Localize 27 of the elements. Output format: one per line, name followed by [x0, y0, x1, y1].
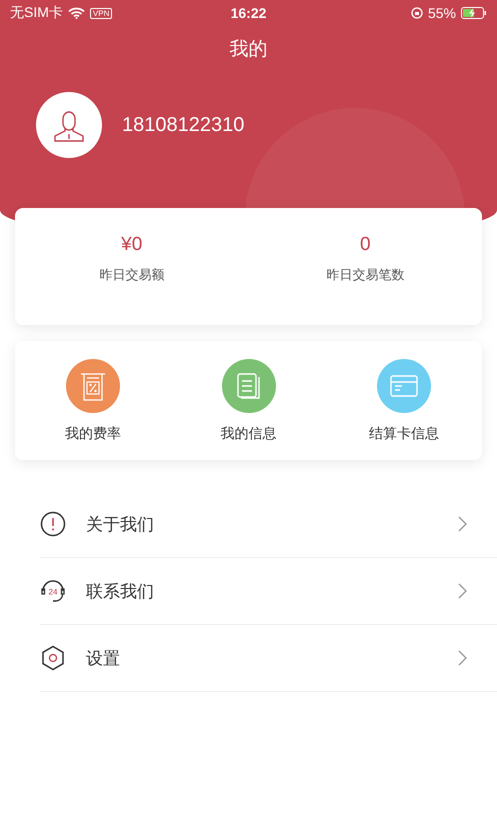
- menu-label: 设置: [86, 648, 121, 670]
- exclamation-icon: [40, 511, 66, 537]
- shortcut-label: 我的费率: [64, 424, 121, 442]
- battery-percent: 55%: [428, 5, 456, 21]
- shortcut-label: 我的信息: [220, 424, 276, 442]
- carrier-text: 无SIM卡: [10, 4, 63, 22]
- chevron-right-icon: [458, 516, 467, 532]
- stat-label: 昨日交易笔数: [326, 266, 404, 284]
- menu-item[interactable]: 设置: [40, 625, 497, 692]
- rotation-lock-icon: [410, 7, 423, 19]
- menu-label: 关于我们: [86, 514, 155, 536]
- stat-label: 昨日交易额: [99, 266, 164, 284]
- settings-icon: [40, 645, 66, 671]
- shortcut-label: 结算卡信息: [369, 424, 440, 442]
- wifi-icon: [68, 7, 85, 19]
- page-title: 我的: [228, 37, 268, 62]
- chevron-right-icon: [458, 583, 467, 599]
- vpn-badge: VPN: [90, 8, 112, 18]
- menu-label: 联系我们: [86, 580, 155, 602]
- phone-number: 18108122310: [122, 114, 244, 136]
- stat-value: ¥0: [121, 234, 142, 256]
- menu-item[interactable]: 24 联系我们: [40, 558, 497, 625]
- chevron-right-icon: [458, 650, 467, 666]
- stat-value: 0: [360, 234, 371, 256]
- battery-charging-icon: [461, 7, 487, 19]
- clock-text: 16:22: [230, 5, 266, 21]
- menu-item[interactable]: 关于我们: [40, 491, 497, 558]
